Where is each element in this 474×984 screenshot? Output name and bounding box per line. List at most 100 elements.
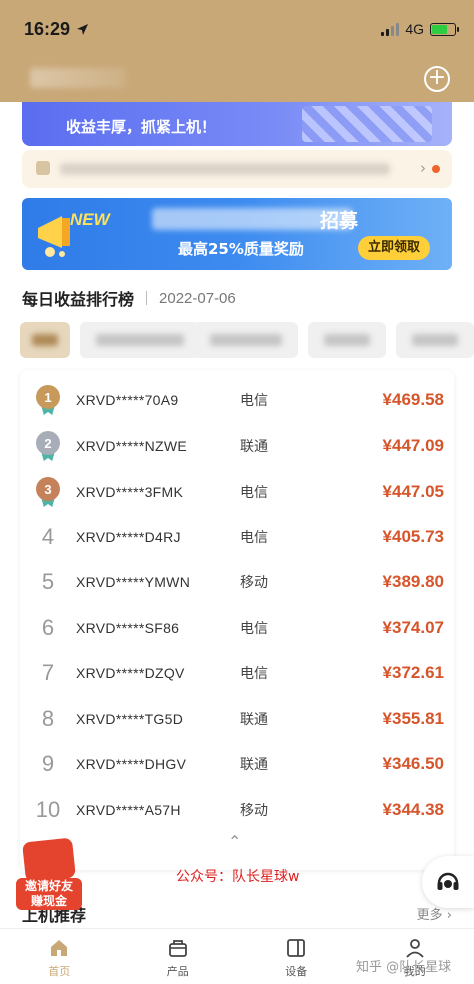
rank-number: 10: [35, 797, 61, 822]
earnings: ¥389.80: [382, 572, 444, 591]
invite-friends-button[interactable]: 邀请好友 赚现金: [16, 837, 82, 912]
earnings: ¥447.05: [382, 482, 444, 501]
earnings: ¥372.61: [382, 663, 444, 682]
earnings: ¥447.09: [382, 436, 444, 455]
earnings: ¥346.50: [382, 754, 444, 773]
network-label: 4G: [405, 21, 424, 37]
rank-number: 6: [41, 615, 55, 640]
carrier: 电信: [240, 485, 268, 501]
signal-icon: [381, 22, 400, 36]
claim-button[interactable]: 立即领取: [358, 236, 430, 260]
divider: [146, 291, 148, 305]
ranking-row: 1 XRVD*****70A9 电信 ¥469.58: [20, 378, 454, 422]
collapse-chevron-icon[interactable]: ⌃: [228, 832, 241, 851]
clock-time: 16:29: [24, 18, 71, 39]
earnings: ¥355.81: [382, 709, 444, 728]
add-button[interactable]: +: [424, 66, 450, 92]
new-tag: NEW: [70, 210, 110, 229]
promo-banner-top[interactable]: 收益丰厚，抓紧上机！: [22, 102, 452, 146]
invite-line-1: 邀请好友: [24, 879, 73, 893]
banner-title-suffix: 招募: [320, 210, 359, 232]
ranking-row: 3 XRVD*****3FMK 电信 ¥447.05: [20, 470, 454, 514]
account-name-blurred: [30, 68, 126, 88]
tab-3[interactable]: [194, 322, 298, 358]
tab-products[interactable]: 产品: [119, 929, 238, 984]
location-arrow-icon: [77, 23, 89, 35]
device-icon: [287, 939, 306, 957]
banner-slogan: 收益丰厚，抓紧上机！: [66, 118, 217, 136]
ranking-date: 2022-07-06: [159, 289, 236, 307]
ranking-row: 7 XRVD*****DZQV 电信 ¥372.61: [20, 651, 454, 695]
ranking-row: 6 XRVD*****SF86 电信 ¥374.07: [20, 606, 454, 650]
carrier: 联通: [240, 439, 268, 455]
carrier: 移动: [240, 575, 268, 591]
silver-medal-icon: 2: [35, 431, 61, 461]
main-content: 收益丰厚，抓紧上机！ › NEW 招募 最高25%质量奖励 立即领取 每日收益排…: [0, 102, 474, 928]
tab-label: 首页: [48, 965, 71, 978]
notice-text-blurred: [60, 163, 390, 175]
rank-number: 4: [41, 524, 55, 549]
earnings: ¥469.58: [382, 390, 444, 409]
invite-label: 邀请好友 赚现金: [16, 878, 82, 910]
product-tabs: [20, 322, 474, 360]
carrier: 联通: [240, 712, 268, 728]
rank-number: 9: [41, 751, 55, 776]
tab-label: 产品: [166, 965, 189, 978]
ranking-row: 9 XRVD*****DHGV 联通 ¥346.50: [20, 742, 454, 786]
earnings: ¥344.38: [382, 800, 444, 819]
device-code: XRVD*****A57H: [76, 802, 181, 818]
carrier: 移动: [240, 803, 268, 819]
plus-icon: +: [427, 65, 447, 90]
ranking-row: 5 XRVD*****YMWN 移动 ¥389.80: [20, 560, 454, 604]
device-code: XRVD*****YMWN: [76, 574, 191, 590]
carrier: 电信: [240, 530, 268, 546]
unread-dot: [432, 165, 440, 173]
chevron-right-icon: ›: [420, 159, 426, 177]
recruit-banner[interactable]: NEW 招募 最高25%质量奖励 立即领取: [22, 198, 452, 270]
headset-icon: [437, 872, 459, 890]
tab-1[interactable]: [20, 322, 70, 358]
ranking-title: 每日收益排行榜: [22, 290, 135, 309]
tab-4[interactable]: [308, 322, 386, 358]
zhihu-watermark: 知乎 @队长星球: [356, 960, 452, 975]
device-code: XRVD*****D4RJ: [76, 529, 181, 545]
device-code: XRVD*****DZQV: [76, 665, 185, 681]
gold-medal-icon: 1: [35, 385, 61, 415]
public-account-watermark: 公众号：队长星球w: [176, 869, 300, 885]
tab-home[interactable]: 首页: [0, 929, 119, 984]
tab-label: 设备: [285, 965, 308, 978]
ranking-row: 2 XRVD*****NZWE 联通 ¥447.09: [20, 424, 454, 468]
rank-number: 7: [41, 660, 55, 685]
ranking-row: 4 XRVD*****D4RJ 电信 ¥405.73: [20, 515, 454, 559]
speaker-icon: [36, 161, 50, 175]
reward-text: 最高25%质量奖励: [178, 240, 304, 258]
carrier: 电信: [240, 393, 268, 409]
box-icon: [168, 940, 187, 957]
clock: 16:29: [24, 19, 89, 40]
tab-devices[interactable]: 设备: [237, 929, 356, 984]
ranking-list: 1 XRVD*****70A9 电信 ¥469.58 2 XRVD*****NZ…: [20, 370, 454, 870]
carrier: 电信: [240, 666, 268, 682]
device-code: XRVD*****3FMK: [76, 484, 184, 500]
carrier: 电信: [240, 621, 268, 637]
earnings: ¥374.07: [382, 618, 444, 637]
earnings: ¥405.73: [382, 527, 444, 546]
banner-illustration: [302, 106, 432, 142]
battery-icon: [430, 22, 459, 36]
ranking-header: 每日收益排行榜 2022-07-06: [22, 286, 236, 310]
status-bar: 16:29 4G: [24, 16, 459, 42]
device-code: XRVD*****SF86: [76, 620, 180, 636]
carrier: 联通: [240, 757, 268, 773]
home-icon: [51, 940, 68, 956]
header: 16:29 4G +: [0, 0, 474, 102]
tab-2[interactable]: [80, 322, 200, 358]
gift-box-icon: [22, 837, 76, 883]
device-code: XRVD*****NZWE: [76, 438, 187, 454]
bronze-medal-icon: 3: [35, 477, 61, 507]
ranking-row: 8 XRVD*****TG5D 联通 ¥355.81: [20, 697, 454, 741]
customer-service-button[interactable]: [422, 856, 474, 908]
notice-bar[interactable]: ›: [22, 150, 452, 188]
rank-number: 8: [41, 706, 55, 731]
rank-number: 5: [41, 569, 55, 594]
tab-5[interactable]: [396, 322, 474, 358]
